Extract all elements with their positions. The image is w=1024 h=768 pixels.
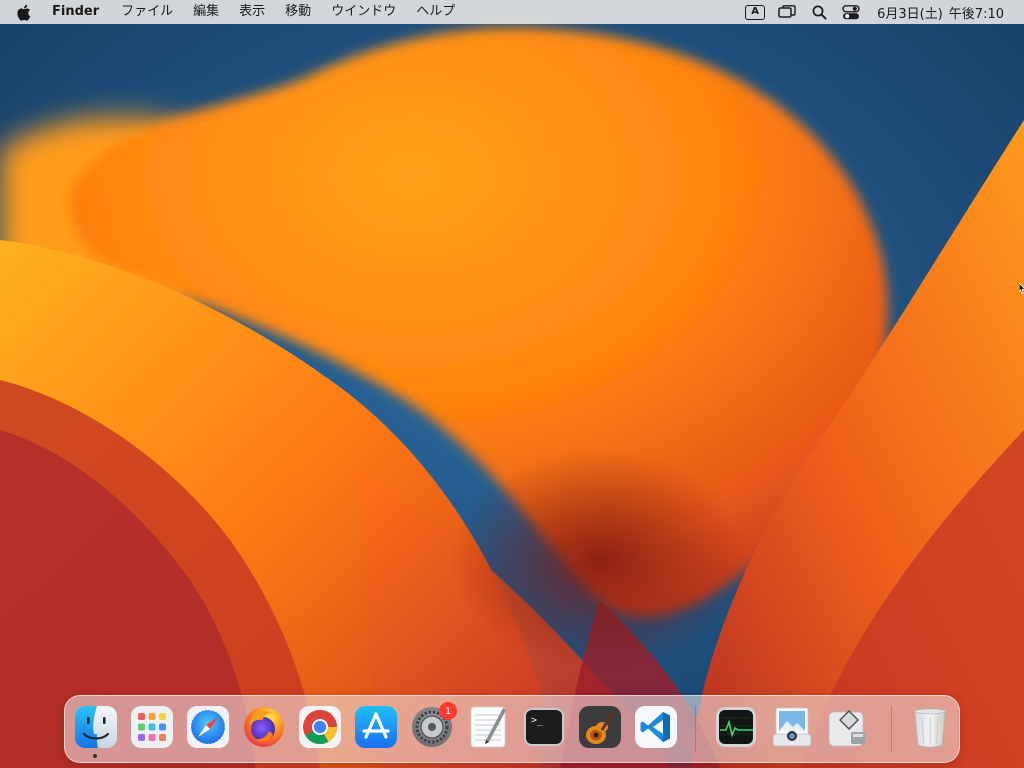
finder-running-indicator — [93, 754, 97, 758]
menu-view[interactable]: 表示 — [229, 0, 275, 24]
menu-bar: Finder ファイル 編集 表示 移動 ウインドウ ヘルプ A 6月3日(土)… — [0, 0, 1024, 24]
control-center-icon[interactable] — [835, 0, 867, 24]
menu-edit[interactable]: 編集 — [183, 0, 229, 24]
apple-icon[interactable] — [14, 0, 32, 24]
screen-mirroring-icon[interactable] — [771, 0, 803, 24]
dock-item-garageband[interactable] — [577, 704, 623, 750]
dock-separator — [695, 706, 696, 752]
vscode-icon — [635, 706, 677, 748]
dock-item-textedit[interactable] — [465, 704, 511, 750]
dock-item-vscode[interactable] — [633, 704, 679, 750]
dock-item-activity-monitor[interactable] — [713, 704, 759, 750]
svg-text:>_: >_ — [531, 715, 544, 726]
dock-item-safari[interactable] — [185, 704, 231, 750]
menu-bar-status: A 6月3日(土) 午後7:10 — [739, 0, 1024, 24]
menu-app-finder[interactable]: Finder — [50, 0, 111, 24]
firefox-icon — [244, 707, 284, 747]
dock-item-finder[interactable] — [73, 704, 119, 758]
trash-icon — [913, 708, 947, 748]
spotlight-search-icon[interactable] — [803, 0, 835, 24]
dock: 1 >_ — [64, 695, 960, 763]
menu-file[interactable]: ファイル — [111, 0, 183, 24]
dock-item-boot-camp[interactable] — [825, 704, 871, 750]
menu-bar-left: Finder ファイル 編集 表示 移動 ウインドウ ヘルプ — [0, 0, 465, 24]
app-store-icon — [355, 706, 397, 748]
dock-item-trash[interactable] — [907, 704, 953, 750]
launchpad-icon — [131, 706, 173, 748]
boot-camp-icon — [828, 710, 865, 747]
dock-item-system-settings[interactable]: 1 — [409, 702, 457, 750]
finder-icon — [75, 706, 117, 748]
garageband-icon — [579, 706, 621, 748]
dock-item-preview[interactable] — [769, 704, 815, 750]
preview-icon — [772, 707, 812, 747]
clock-date: 6月3日(土) — [877, 6, 943, 22]
dock-item-app-store[interactable] — [353, 704, 399, 750]
dock-item-firefox[interactable] — [241, 704, 287, 750]
system-settings-badge: 1 — [439, 702, 457, 720]
dock-item-terminal[interactable]: >_ — [521, 704, 567, 750]
textedit-icon — [470, 706, 506, 748]
menu-window[interactable]: ウインドウ — [321, 0, 406, 24]
chrome-icon — [299, 706, 341, 748]
menu-go[interactable]: 移動 — [275, 0, 321, 24]
menu-bar-clock[interactable]: 6月3日(土) 午後7:10 — [867, 3, 1010, 22]
clock-time: 午後7:10 — [948, 6, 1004, 22]
desktop-wallpaper — [0, 0, 1024, 768]
input-source-icon[interactable]: A — [739, 0, 771, 24]
activity-monitor-icon — [716, 707, 756, 747]
dock-item-launchpad[interactable] — [129, 704, 175, 750]
terminal-icon: >_ — [524, 708, 564, 746]
mouse-cursor-icon — [1019, 283, 1024, 295]
safari-icon — [187, 706, 229, 748]
input-source-label: A — [745, 4, 766, 20]
dock-separator-trash — [891, 706, 892, 752]
dock-item-chrome[interactable] — [297, 704, 343, 750]
menu-help[interactable]: ヘルプ — [406, 0, 465, 24]
